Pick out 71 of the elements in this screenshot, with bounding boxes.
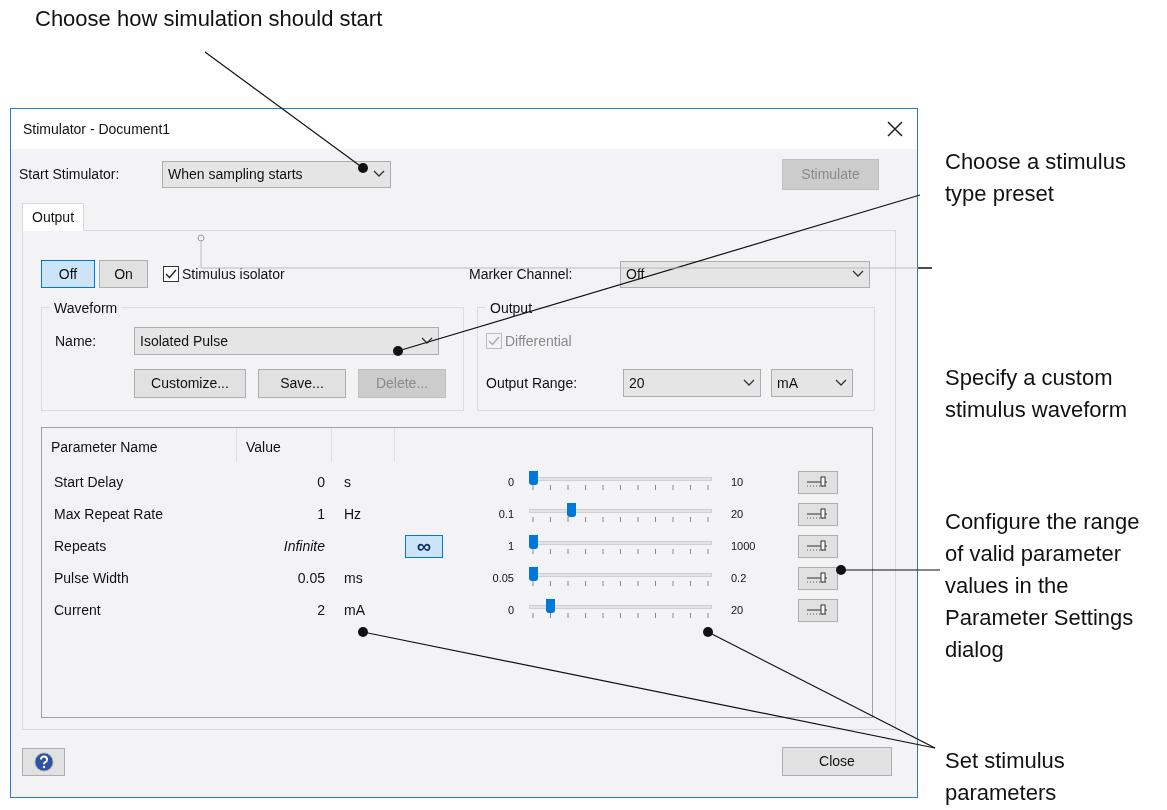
chevron-down-icon	[743, 379, 755, 387]
field-label: Marker Channel:	[469, 264, 574, 284]
help-icon	[33, 751, 54, 772]
unit-text: s	[344, 472, 352, 492]
column-header: Parameter Name	[42, 428, 237, 462]
slider-max-label: 0.2	[731, 570, 748, 586]
help-button[interactable]	[22, 747, 65, 776]
unit-text: mA	[344, 600, 366, 620]
callout-text: Choose how simulation should start	[35, 5, 384, 33]
range-settings-button[interactable]	[798, 470, 838, 494]
checkmark-icon	[165, 269, 177, 279]
unit-text: ms	[344, 568, 364, 588]
slider-max-label: 20	[731, 602, 745, 618]
chevron-down-icon	[852, 270, 864, 278]
unit-dropdown[interactable]: mA	[771, 369, 853, 397]
field-label: Start Stimulator:	[19, 164, 121, 184]
slider-max-label: 10	[731, 474, 745, 490]
table-cell-text: Infinite	[282, 536, 325, 556]
range-settings-button[interactable]	[798, 598, 838, 622]
range-settings-button[interactable]	[798, 534, 838, 558]
output-range-dropdown[interactable]: 20	[623, 369, 761, 397]
slider-min-label: 0	[506, 474, 514, 490]
table-cell-text: Current	[54, 600, 102, 620]
slider-thumb[interactable]	[567, 503, 577, 517]
unit-text: Hz	[344, 504, 363, 524]
range-settings-button[interactable]	[798, 502, 838, 526]
table-cell-text: 0.05	[296, 568, 325, 588]
close-button[interactable]: Close	[782, 747, 892, 776]
toggle-button[interactable]: Off	[41, 260, 95, 288]
table-cell-text: Max Repeat Rate	[54, 504, 164, 524]
callout-text: Specify a custom stimulus waveform	[945, 364, 1129, 424]
slider-min-label: 0	[506, 602, 514, 618]
checkbox-label: Differential	[505, 331, 572, 351]
table-cell-text: 1	[316, 504, 325, 524]
slider-min-label: 0.1	[497, 506, 514, 522]
infinity-button[interactable]: ∞	[405, 534, 443, 558]
waveform-dropdown[interactable]: Isolated Pulse	[134, 327, 439, 355]
tab[interactable]: Output	[22, 203, 85, 231]
table-cell-text: Pulse Width	[54, 568, 130, 588]
chevron-down-icon	[835, 379, 847, 387]
field-label: Name:	[55, 331, 98, 351]
window-title: Stimulator - Document1	[23, 119, 171, 139]
column-header: Value	[237, 428, 332, 462]
range-settings-button[interactable]	[798, 566, 838, 590]
waveform-button[interactable]: Save...	[258, 369, 346, 398]
toggle-button[interactable]: On	[99, 260, 148, 288]
field-label: Output Range:	[486, 373, 579, 393]
slider-thumb[interactable]	[529, 471, 538, 485]
slider-max-label: 20	[731, 506, 745, 522]
callout-text: Configure the range of valid parameter values in the Parameter Settings dialog	[945, 508, 1141, 664]
checkbox-label: Stimulus isolator	[182, 264, 285, 284]
slider-thumb[interactable]	[529, 567, 538, 581]
slider-thumb[interactable]	[546, 599, 556, 613]
callout-text: Set stimulus parameters	[945, 747, 1066, 807]
slider-thumb[interactable]	[529, 535, 538, 549]
table-cell-text: Start Delay	[54, 472, 125, 492]
slider-min-label: 0.05	[491, 570, 514, 586]
callout-text: Choose a stimulus type preset	[945, 148, 1127, 208]
table-cell-text: 0	[316, 472, 325, 492]
start-mode-dropdown[interactable]: When sampling starts	[162, 160, 391, 188]
checkbox[interactable]	[163, 266, 179, 282]
checkmark-icon	[488, 336, 500, 346]
slider-min-label: 1	[506, 538, 514, 554]
waveform-button[interactable]: Customize...	[134, 369, 246, 398]
close-icon[interactable]	[887, 121, 903, 137]
table-cell-text: 2	[316, 600, 325, 620]
slider-max-label: 1000	[731, 538, 757, 554]
marker-channel-dropdown[interactable]: Off	[620, 260, 870, 288]
table-cell-text: Repeats	[54, 536, 108, 556]
chevron-down-icon	[421, 337, 433, 345]
chevron-down-icon	[373, 170, 385, 178]
